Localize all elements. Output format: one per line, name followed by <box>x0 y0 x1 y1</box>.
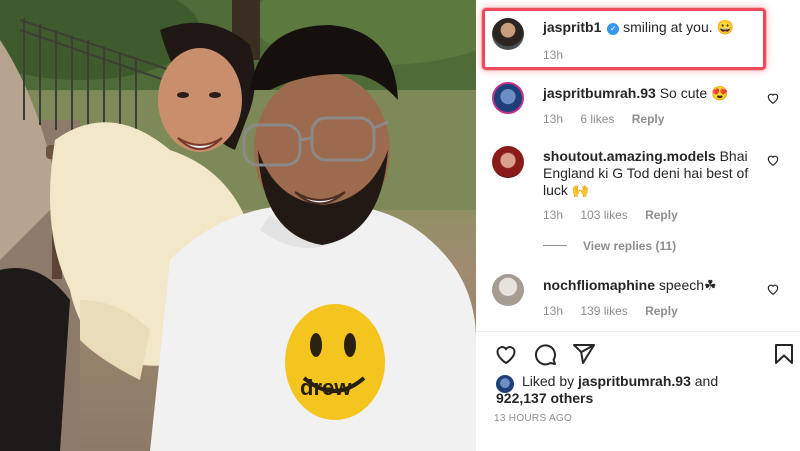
comment-text: nochfliomaphine speech☘ <box>543 276 753 294</box>
comment-time: 13h <box>543 304 564 318</box>
comment-likes[interactable]: 139 likes <box>580 304 627 318</box>
bookmark-icon <box>775 344 793 364</box>
comment-username[interactable]: shoutout.amazing.models <box>543 148 716 164</box>
likes-prefix: Liked by <box>522 373 579 389</box>
svg-text:drew: drew <box>300 375 352 400</box>
comment-meta: 13h 139 likes Reply <box>543 304 692 318</box>
view-replies-button[interactable]: View replies (11) <box>543 239 676 253</box>
verified-badge-icon: ✓ <box>607 23 620 35</box>
liker-username[interactable]: jaspritbumrah.93 <box>578 373 691 389</box>
comment-content: So cute 😍 <box>659 85 729 101</box>
avatar[interactable] <box>492 274 524 306</box>
share-icon <box>573 344 595 364</box>
comment-likes[interactable]: 6 likes <box>580 112 614 126</box>
comment-button[interactable] <box>533 342 557 366</box>
section-divider <box>476 331 800 332</box>
reply-button[interactable]: Reply <box>645 304 678 318</box>
comment-text: shoutout.amazing.models Bhai England ki … <box>543 148 753 199</box>
comment-time: 13h <box>543 48 564 62</box>
comment-username[interactable]: jaspritb1 <box>543 19 601 35</box>
like-comment-heart-icon[interactable] <box>766 153 780 167</box>
like-button[interactable] <box>494 342 518 366</box>
comment-time: 13h <box>543 208 564 222</box>
save-button[interactable] <box>772 342 796 366</box>
avatar[interactable] <box>492 146 524 178</box>
likes-middle: and <box>690 373 719 389</box>
post-timestamp: 13 HOURS AGO <box>494 413 573 424</box>
comment-username[interactable]: jaspritbumrah.93 <box>543 85 656 101</box>
avatar[interactable] <box>492 18 524 50</box>
likes-summary: Liked by jaspritbumrah.93 and 922,137 ot… <box>496 373 736 407</box>
likes-count[interactable]: 922,137 others <box>496 390 593 406</box>
comment-username[interactable]: nochfliomaphine <box>543 277 655 293</box>
share-button[interactable] <box>572 342 596 366</box>
comment-text: jaspritbumrah.93 So cute 😍 <box>543 84 753 102</box>
reply-button[interactable]: Reply <box>632 112 665 126</box>
reply-button[interactable]: Reply <box>645 208 678 222</box>
comment-text: jaspritb1 ✓ smiling at you. 😀 <box>543 18 753 36</box>
comment-content: smiling at you. 😀 <box>623 19 734 35</box>
like-comment-heart-icon[interactable] <box>766 91 780 105</box>
comment-meta: 13h 103 likes Reply <box>543 208 692 222</box>
post-photo-illustration: drew <box>0 0 476 451</box>
comment-content: speech☘ <box>658 277 717 293</box>
heart-icon <box>496 346 516 365</box>
avatar[interactable] <box>492 82 524 114</box>
comment-time: 13h <box>543 112 564 126</box>
like-comment-heart-icon[interactable] <box>766 282 780 296</box>
comment-meta: 13h <box>543 48 577 62</box>
view-replies-label: View replies (11) <box>583 239 677 253</box>
comment-icon <box>534 344 556 366</box>
post-photo[interactable]: drew <box>0 0 476 451</box>
comment-meta: 13h 6 likes Reply <box>543 112 678 126</box>
comment-likes[interactable]: 103 likes <box>580 208 627 222</box>
